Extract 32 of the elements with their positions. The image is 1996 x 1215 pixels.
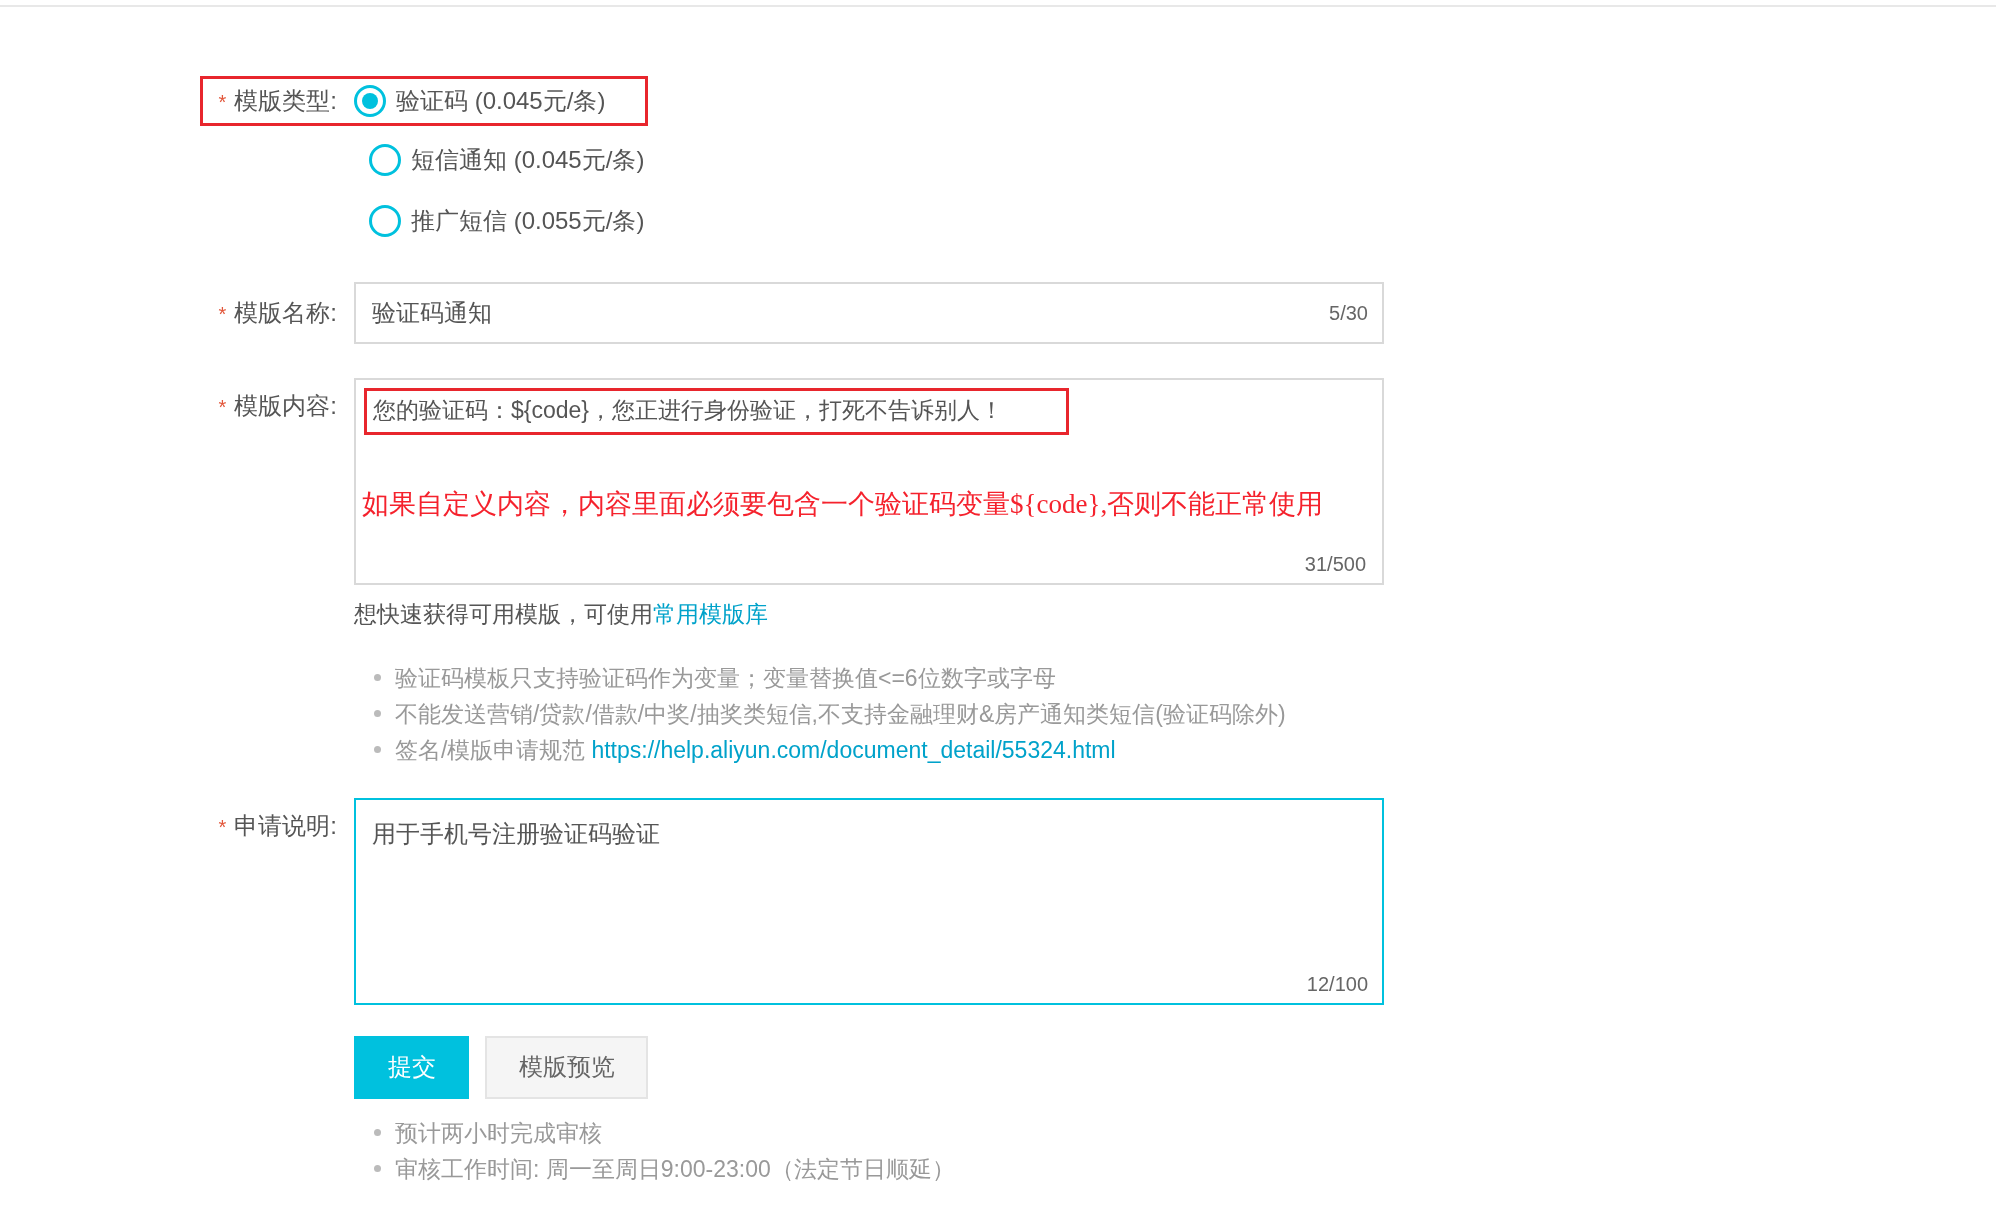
note-text: 审核工作时间: 周一至周日9:00-23:00（法定节日顺延）: [395, 1154, 955, 1184]
bullet-icon: [374, 1165, 381, 1172]
bullet-icon: [374, 746, 381, 753]
required-asterisk: *: [218, 303, 227, 325]
char-counter: 31/500: [1304, 552, 1366, 577]
char-counter: 12/100: [1306, 971, 1368, 997]
field-label: 模版名称:: [234, 299, 337, 326]
field-label: 模版类型:: [234, 87, 337, 114]
radio-button[interactable]: [369, 144, 401, 176]
radio-button[interactable]: [369, 205, 401, 237]
note-text: 签名/模版申请规范: [395, 735, 586, 765]
bullet-icon: [374, 710, 381, 717]
field-label: 申请说明:: [234, 811, 337, 839]
bullet-icon: [374, 674, 381, 681]
note-text: 不能发送营销/贷款/借款/中奖/抽奖类短信,不支持金融理财&房产通知类短信(验证码除外): [395, 699, 1286, 729]
radio-label[interactable]: 短信通知 (0.045元/条): [411, 142, 645, 178]
content-text: 您的验证码：${code}，您正进行身份验证，打死不告诉别人！: [364, 388, 1069, 435]
required-asterisk: *: [218, 396, 227, 418]
field-label: 模版内容:: [234, 392, 337, 419]
note-text: 验证码模板只支持验证码作为变量；变量替换值<=6位数字或字母: [395, 663, 1056, 693]
bullet-icon: [374, 1129, 381, 1136]
radio-label[interactable]: 推广短信 (0.055元/条): [411, 203, 645, 239]
content-textarea[interactable]: 您的验证码：${code}，您正进行身份验证，打死不告诉别人！ 31/500 如果自定义内容，内容里面必须要包含一个验证码变量${code},否则不能正常使用: [354, 378, 1384, 585]
required-asterisk: *: [218, 91, 227, 113]
annotation-text: 如果自定义内容，内容里面必须要包含一个验证码变量${code},否则不能正常使用: [362, 488, 1324, 521]
preview-button[interactable]: 模版预览: [485, 1035, 648, 1099]
note-text: 预计两小时完成审核: [395, 1118, 602, 1148]
radio-label[interactable]: 验证码 (0.045元/条): [396, 83, 606, 119]
char-counter: 5/30: [1329, 301, 1368, 326]
radio-button[interactable]: [354, 85, 386, 117]
required-asterisk: *: [218, 815, 227, 838]
hint-text: 想快速获得可用模版，可使用: [354, 601, 653, 627]
